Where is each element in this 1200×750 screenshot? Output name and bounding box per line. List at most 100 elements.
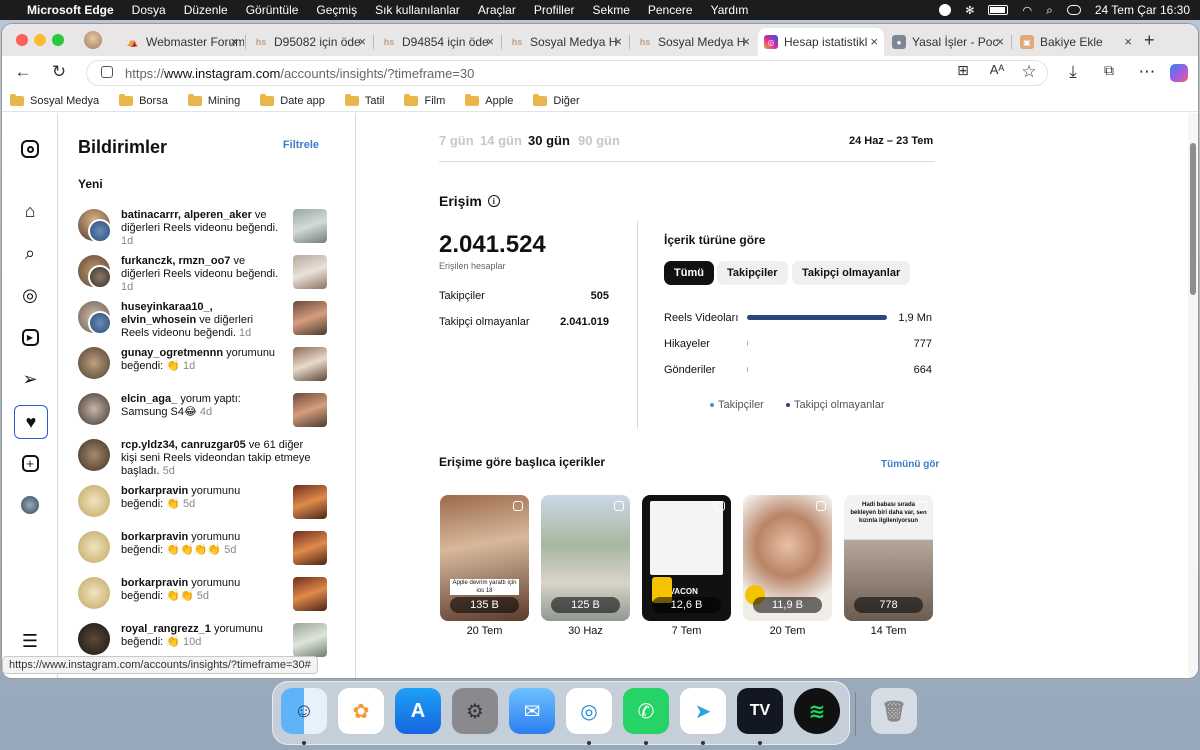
tab-hesap-istatistikleri[interactable]: ◎ Hesap istatistikl × bbox=[758, 28, 884, 56]
photos-icon[interactable]: ✿ bbox=[338, 688, 384, 734]
tradingview-icon[interactable]: TV bbox=[737, 688, 783, 734]
menu-favoriler[interactable]: Sık kullanılanlar bbox=[366, 3, 469, 17]
close-tab-icon[interactable]: × bbox=[1124, 34, 1132, 49]
timeframe-14[interactable]: 14 gün bbox=[480, 133, 522, 148]
tab-yasal-isler[interactable]: ● Yasal İşler - Poc × bbox=[886, 28, 1010, 56]
copilot-icon[interactable] bbox=[1170, 64, 1188, 82]
menu-pencere[interactable]: Pencere bbox=[639, 3, 702, 17]
chip-all[interactable]: Tümü bbox=[664, 261, 714, 285]
menu-profiller[interactable]: Profiller bbox=[525, 3, 584, 17]
post-thumbnail[interactable] bbox=[293, 485, 327, 519]
close-tab-icon[interactable]: × bbox=[742, 34, 750, 49]
post-thumbnail[interactable] bbox=[293, 577, 327, 611]
post-thumbnail[interactable] bbox=[293, 623, 327, 657]
bookmark-apple[interactable]: Apple bbox=[465, 93, 513, 107]
tab-d95082[interactable]: hs D95082 için öde × bbox=[248, 28, 372, 56]
menu-yardim[interactable]: Yardım bbox=[702, 3, 758, 17]
filter-link[interactable]: Filtrele bbox=[283, 139, 319, 151]
screenshot-icon[interactable]: ⧉ bbox=[1098, 62, 1120, 79]
app-store-icon[interactable]: A bbox=[395, 688, 441, 734]
page-scrollbar[interactable] bbox=[1188, 113, 1198, 678]
close-tab-icon[interactable]: × bbox=[996, 34, 1004, 49]
notifications-heart-icon[interactable]: ♥ bbox=[14, 405, 48, 439]
spotlight-search-icon[interactable]: ⌕ bbox=[1046, 3, 1053, 18]
bookmark-sosyal-medya[interactable]: Sosyal Medya bbox=[10, 93, 99, 107]
post-thumbnail[interactable] bbox=[293, 347, 327, 381]
tab-d94854[interactable]: hs D94854 için öde × bbox=[376, 28, 500, 56]
site-info-icon[interactable] bbox=[101, 66, 113, 78]
menu-goruntule[interactable]: Görüntüle bbox=[237, 3, 308, 17]
post-thumbnail[interactable] bbox=[293, 531, 327, 565]
close-tab-icon[interactable]: × bbox=[358, 34, 366, 49]
scroll-thumb[interactable] bbox=[1190, 143, 1196, 295]
wifi-icon[interactable]: ◠ bbox=[1022, 4, 1032, 17]
top-content-card[interactable]: 125 B bbox=[541, 495, 630, 621]
back-icon[interactable]: ← bbox=[12, 62, 34, 82]
post-thumbnail[interactable] bbox=[293, 209, 327, 243]
tab-sosyal-medya-2[interactable]: hs Sosyal Medya H × bbox=[632, 28, 756, 56]
chip-followers[interactable]: Takipçiler bbox=[717, 261, 788, 285]
profile-avatar-icon[interactable] bbox=[18, 493, 42, 517]
top-content-card[interactable]: Apple devrim yarattı için ios 18 135 B bbox=[440, 495, 529, 621]
close-window-button[interactable] bbox=[16, 34, 28, 46]
post-thumbnail[interactable] bbox=[293, 301, 327, 335]
chip-nonfollowers[interactable]: Takipçi olmayanlar bbox=[792, 261, 911, 285]
close-tab-icon[interactable]: × bbox=[230, 34, 238, 49]
see-all-link[interactable]: Tümünü gör bbox=[881, 459, 939, 470]
menu-duzenle[interactable]: Düzenle bbox=[175, 3, 237, 17]
create-icon[interactable]: + bbox=[18, 451, 42, 475]
menu-icon[interactable]: ☰ bbox=[18, 629, 42, 653]
menu-app-name[interactable]: Microsoft Edge bbox=[18, 3, 123, 17]
menu-dosya[interactable]: Dosya bbox=[123, 3, 175, 17]
close-tab-icon[interactable]: × bbox=[486, 34, 494, 49]
trash-icon[interactable]: 🗑 bbox=[871, 688, 917, 734]
tab-sosyal-medya-1[interactable]: hs Sosyal Medya H × bbox=[504, 28, 628, 56]
finder-icon[interactable]: ☺ bbox=[281, 688, 327, 734]
spotify-icon[interactable]: ≋ bbox=[794, 688, 840, 734]
bookmark-date-app[interactable]: Date app bbox=[260, 93, 325, 107]
timeframe-30[interactable]: 30 gün bbox=[528, 133, 570, 148]
top-content-card[interactable]: 11,9 B bbox=[743, 495, 832, 621]
search-icon[interactable]: ⌕ bbox=[18, 241, 42, 265]
battery-icon[interactable] bbox=[988, 5, 1009, 15]
bookmark-film[interactable]: Film bbox=[404, 93, 445, 107]
menu-araclar[interactable]: Araçlar bbox=[469, 3, 525, 17]
new-tab-button[interactable]: + bbox=[1144, 30, 1155, 51]
edge-icon[interactable]: ◎ bbox=[566, 688, 612, 734]
url-field[interactable]: https://www.instagram.com/accounts/insig… bbox=[86, 60, 1048, 86]
whatsapp-icon[interactable]: ✆ bbox=[623, 688, 669, 734]
bluetooth-icon[interactable]: ✻ bbox=[965, 4, 974, 17]
messages-icon[interactable]: ➢ bbox=[18, 367, 42, 391]
close-tab-icon[interactable]: × bbox=[870, 34, 878, 49]
menu-sekme[interactable]: Sekme bbox=[584, 3, 639, 17]
instagram-logo-icon[interactable] bbox=[18, 137, 42, 161]
clock[interactable]: 24 Tem Çar 16:30 bbox=[1095, 3, 1190, 17]
download-icon[interactable]: ⤓ bbox=[1062, 62, 1084, 82]
timeframe-7[interactable]: 7 gün bbox=[439, 133, 474, 148]
post-thumbnail[interactable] bbox=[293, 255, 327, 289]
tab-bakiye-ekle[interactable]: ▣ Bakiye Ekle × bbox=[1014, 28, 1138, 56]
bookmark-tatil[interactable]: Tatil bbox=[344, 93, 384, 107]
close-tab-icon[interactable]: × bbox=[614, 34, 622, 49]
top-content-card[interactable]: Hadi babası sırada bekleyen biri daha va… bbox=[844, 495, 933, 621]
minimize-window-button[interactable] bbox=[34, 34, 46, 46]
bookmark-borsa[interactable]: Borsa bbox=[119, 93, 168, 107]
zoom-window-button[interactable] bbox=[52, 34, 64, 46]
timeframe-90[interactable]: 90 gün bbox=[578, 133, 620, 148]
explore-icon[interactable]: ◎ bbox=[18, 283, 42, 307]
top-content-card[interactable]: VIVACON 12,6 B bbox=[642, 495, 731, 621]
tab-webmaster[interactable]: ⛺ Webmaster Forum × bbox=[120, 28, 244, 56]
home-icon[interactable]: ⌂ bbox=[18, 199, 42, 223]
refresh-icon[interactable]: ↻ bbox=[48, 62, 70, 82]
navigation-status-icon[interactable] bbox=[939, 4, 952, 16]
telegram-icon[interactable]: ➤ bbox=[680, 688, 726, 734]
profile-avatar[interactable] bbox=[84, 31, 102, 49]
more-icon[interactable]: ⋯ bbox=[1136, 62, 1158, 82]
info-icon[interactable]: i bbox=[487, 195, 500, 207]
menu-gecmis[interactable]: Geçmiş bbox=[307, 3, 366, 17]
post-thumbnail[interactable] bbox=[293, 393, 327, 427]
reels-icon[interactable]: ▶ bbox=[18, 325, 42, 349]
control-center-icon[interactable] bbox=[1066, 5, 1081, 15]
bookmark-mining[interactable]: Mining bbox=[187, 93, 240, 107]
system-settings-icon[interactable]: ⚙ bbox=[452, 688, 498, 734]
